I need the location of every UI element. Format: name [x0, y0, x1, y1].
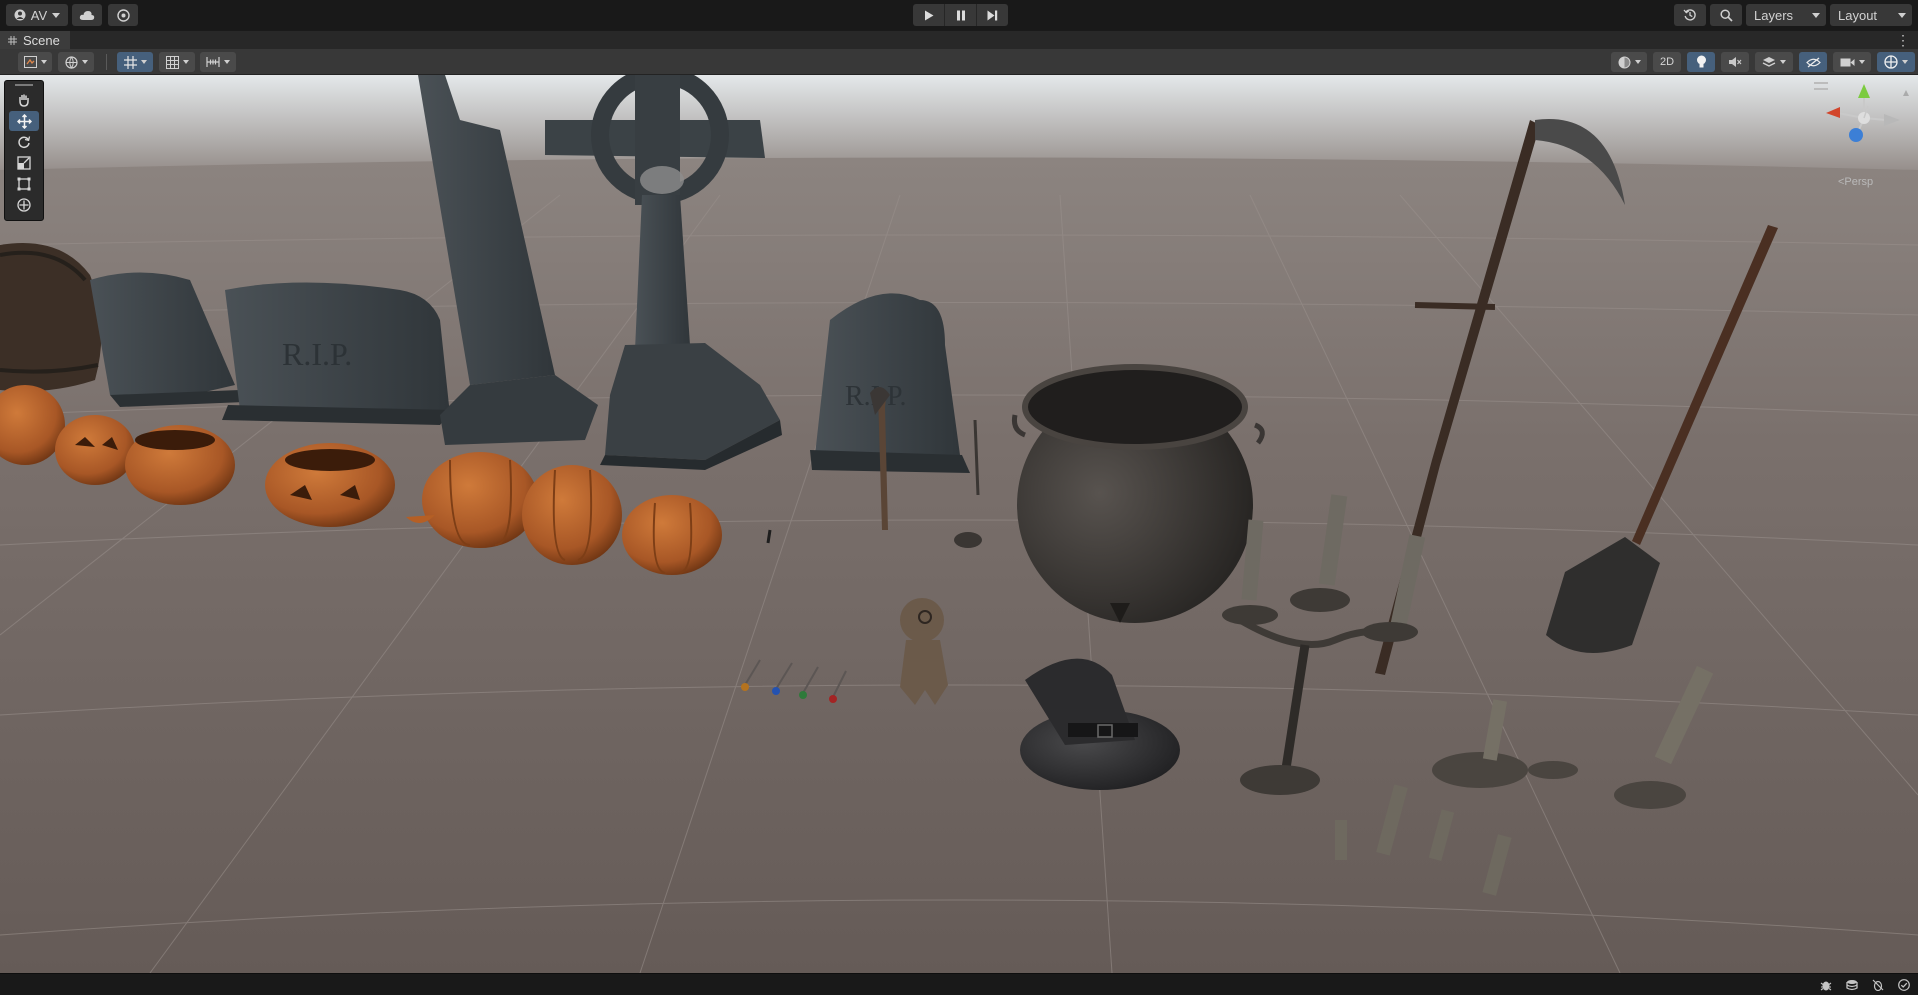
chevron-down-icon: [81, 60, 88, 64]
scale-icon: [17, 156, 31, 170]
eye-slash-icon: [1805, 56, 1821, 68]
grid-visibility-dropdown[interactable]: [159, 52, 195, 72]
gizmo-icon: [1884, 55, 1898, 69]
speaker-mute-icon: [1729, 57, 1742, 67]
transform-tool-button[interactable]: [9, 195, 39, 215]
lighting-toggle[interactable]: [1687, 52, 1715, 72]
grid-icon: [165, 55, 179, 69]
draw-mode-dropdown[interactable]: [18, 52, 52, 72]
play-icon: [924, 10, 933, 20]
tab-scene[interactable]: Scene: [0, 31, 70, 49]
cloud-icon: [79, 10, 95, 20]
gravestone-rip-wide: R.I.P.: [222, 282, 452, 425]
rotate-icon: [18, 136, 31, 149]
status-bar: [0, 973, 1918, 995]
bug-icon[interactable]: [1819, 978, 1833, 992]
grid-snap-toggle[interactable]: [117, 52, 153, 72]
increment-snap-icon: [206, 57, 220, 67]
rotate-tool-button[interactable]: [9, 132, 39, 152]
move-tool-button[interactable]: [9, 111, 39, 131]
hash-grid-icon: [8, 35, 17, 45]
globe-icon: [64, 55, 78, 69]
hand-icon: [19, 94, 29, 107]
chevron-down-icon: [140, 60, 147, 64]
2d-mode-toggle[interactable]: 2D: [1653, 52, 1681, 72]
rect-tool-button[interactable]: [9, 174, 39, 194]
chevron-down-icon: [1812, 12, 1820, 18]
toolbar-divider: [106, 54, 107, 70]
chevron-down-icon: [1902, 60, 1908, 64]
2d-mode-label: 2D: [1659, 56, 1675, 68]
chevron-down-icon: [40, 60, 47, 64]
camera-icon: [1840, 58, 1854, 66]
shading-sphere-icon: [1618, 56, 1630, 68]
check-icon[interactable]: [1897, 978, 1911, 992]
search-button[interactable]: [1710, 4, 1742, 26]
shading-mode-dropdown[interactable]: [58, 52, 94, 72]
light-bulb-icon: [1696, 55, 1706, 68]
scene-viewport[interactable]: R.I.P. R.I.P.: [0, 75, 1918, 973]
rect-transform-icon: [17, 177, 31, 191]
collab-button[interactable]: [108, 4, 138, 26]
chevron-down-icon: [52, 12, 61, 18]
increment-snap-dropdown[interactable]: [200, 52, 236, 72]
search-icon: [1719, 8, 1733, 22]
axis-gizmo-icon: [1826, 84, 1909, 142]
orientation-gizmo[interactable]: <Persp: [1820, 80, 1914, 190]
tab-scene-label: Scene: [23, 32, 60, 48]
scene-view-toolbar: 2D: [0, 49, 1918, 75]
account-dropdown[interactable]: AV: [6, 4, 68, 26]
step-button[interactable]: [977, 4, 1008, 26]
voodoo-doll: [900, 598, 948, 705]
account-icon: [14, 9, 26, 21]
snap-grid-icon: [123, 55, 137, 69]
playmode-controls: [913, 4, 1008, 26]
palette-grip-handle[interactable]: [15, 84, 33, 86]
hand-tool-button[interactable]: [9, 90, 39, 110]
collab-icon: [116, 8, 130, 22]
play-button[interactable]: [913, 4, 945, 26]
account-label: AV: [30, 7, 48, 23]
debug-off-icon[interactable]: [1871, 978, 1885, 992]
main-toolbar: AV Layers Layout: [0, 0, 1918, 30]
scale-tool-button[interactable]: [9, 153, 39, 173]
more-options-icon[interactable]: ⋮: [1896, 32, 1910, 49]
layers-label: Layers: [1754, 7, 1794, 23]
tab-bar: Scene ⋮: [0, 30, 1918, 49]
layers-dropdown[interactable]: Layers: [1746, 4, 1826, 26]
pause-icon: [956, 10, 965, 20]
chevron-down-icon: [224, 60, 230, 64]
rip-engraving: R.I.P.: [282, 336, 352, 372]
render-mode-dropdown[interactable]: [1611, 52, 1647, 72]
gizmos-dropdown[interactable]: [1877, 52, 1915, 72]
chevron-down-icon: [1634, 60, 1641, 64]
scene-render: R.I.P. R.I.P.: [0, 75, 1918, 973]
effects-stack-icon: [1762, 56, 1776, 67]
undo-history-button[interactable]: [1674, 4, 1706, 26]
draw-mode-icon: [23, 56, 37, 68]
projection-label[interactable]: <Persp: [1838, 176, 1873, 188]
history-icon: [1683, 9, 1696, 21]
layout-label: Layout: [1838, 7, 1878, 23]
hidden-objects-toggle[interactable]: [1799, 52, 1827, 72]
chevron-down-icon: [1858, 60, 1865, 64]
chevron-down-icon: [182, 60, 189, 64]
move-arrows-icon: [16, 113, 32, 129]
step-icon: [987, 10, 998, 20]
cloud-button[interactable]: [72, 4, 102, 26]
tool-palette: [4, 80, 44, 221]
cache-icon[interactable]: [1845, 978, 1859, 992]
audio-toggle[interactable]: [1721, 52, 1749, 72]
layout-dropdown[interactable]: Layout: [1830, 4, 1912, 26]
transform-icon: [17, 198, 31, 212]
pause-button[interactable]: [945, 4, 977, 26]
effects-dropdown[interactable]: [1755, 52, 1793, 72]
camera-settings-dropdown[interactable]: [1833, 52, 1871, 72]
chevron-down-icon: [1898, 12, 1906, 18]
chevron-down-icon: [1780, 60, 1786, 64]
